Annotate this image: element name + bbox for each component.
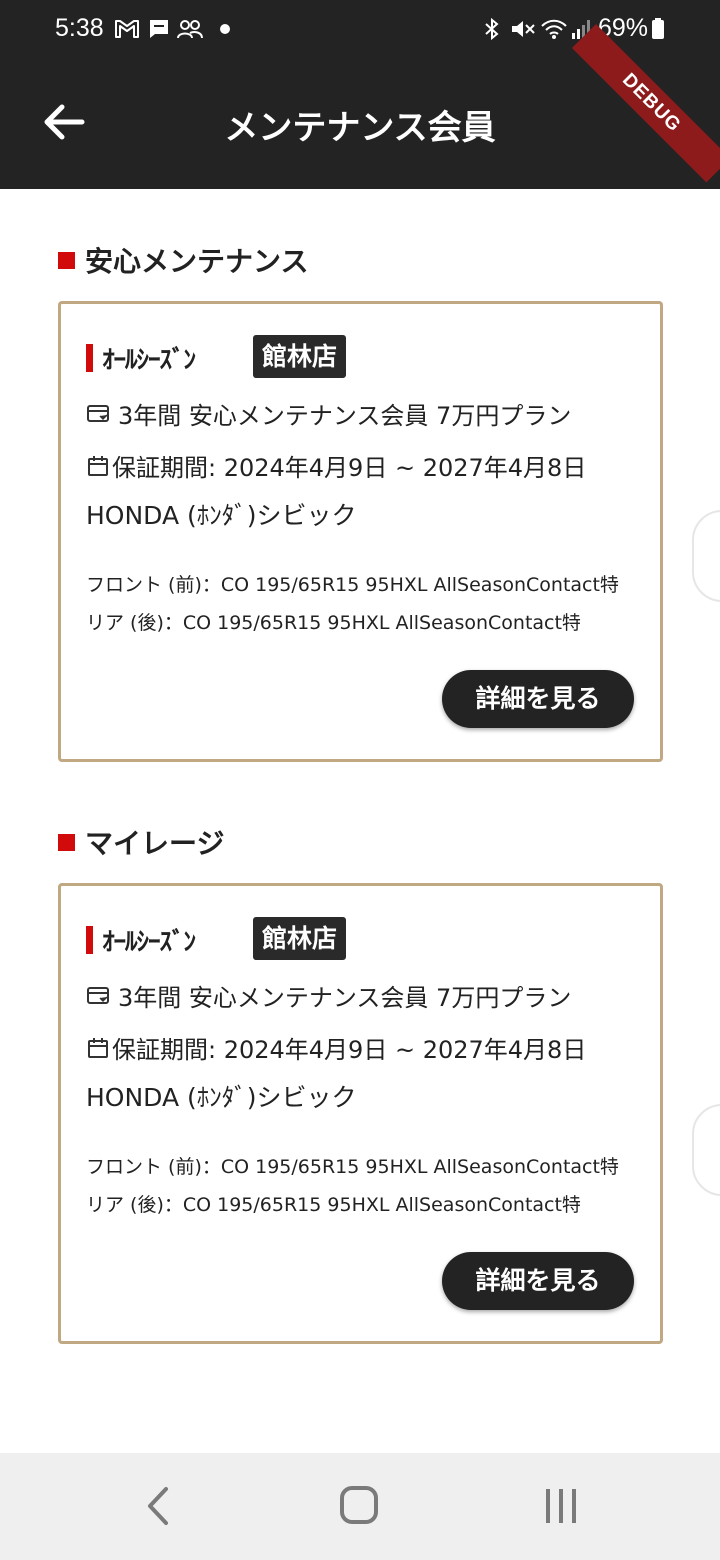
wifi-icon	[541, 19, 567, 39]
tire-rear: リア (後)：CO 195/65R15 95HXL AllSeasonConta…	[86, 1194, 581, 1216]
tire-front: フロント (前)：CO 195/65R15 95HXL AllSeasonCon…	[86, 574, 619, 596]
brand-accent-bar	[86, 344, 93, 372]
plan-line: 3年間 安心メンテナンス会員 7万円プラン	[86, 396, 571, 431]
section-title: マイレージ	[85, 827, 225, 860]
page-title: メンテナンス会員	[224, 108, 496, 148]
brand-name: ｵｰﾙｼｰｽﾞﾝ	[102, 345, 196, 374]
gmail-icon	[115, 20, 139, 38]
brand-row: ｵｰﾙｼｰｽﾞﾝ	[86, 922, 196, 958]
section-header-anshin: 安心メンテナンス	[58, 240, 308, 280]
store-badge: 館林店	[253, 917, 347, 960]
system-nav-bar	[0, 1453, 720, 1560]
chat-icon	[150, 20, 168, 38]
period-text: 保証期間: 2024年4月9日 ~ 2027年4月8日	[112, 454, 587, 482]
calendar-icon	[88, 455, 108, 476]
nav-home-button[interactable]	[329, 1481, 389, 1531]
edge-panel-handle[interactable]	[692, 510, 720, 602]
nav-back-icon	[148, 1487, 168, 1525]
period-line: 保証期間: 2024年4月9日 ~ 2027年4月8日	[86, 448, 586, 483]
section-title: 安心メンテナンス	[85, 245, 309, 278]
edge-panel-handle[interactable]	[692, 1104, 720, 1196]
group-icon	[177, 20, 203, 39]
period-line: 保証期間: 2024年4月9日 ~ 2027年4月8日	[86, 1030, 586, 1065]
brand-row: ｵｰﾙｼｰｽﾞﾝ	[86, 340, 196, 376]
dot-icon	[220, 24, 230, 34]
brand-name: ｵｰﾙｼｰｽﾞﾝ	[102, 927, 196, 956]
status-time: 5:38	[55, 14, 104, 42]
membership-card: ｵｰﾙｼｰｽﾞﾝ 館林店 3年間 安心メンテナンス会員 7万円プラン 保証期間:…	[58, 883, 663, 1344]
battery-icon	[652, 18, 664, 39]
mute-icon	[512, 21, 535, 37]
plan-text: 3年間 安心メンテナンス会員 7万円プラン	[118, 984, 572, 1012]
tire-rear: リア (後)：CO 195/65R15 95HXL AllSeasonConta…	[86, 612, 581, 634]
section-marker	[58, 251, 75, 269]
plan-line: 3年間 安心メンテナンス会員 7万円プラン	[86, 978, 571, 1013]
membership-card-icon	[87, 986, 109, 1004]
plan-text: 3年間 安心メンテナンス会員 7万円プラン	[118, 402, 572, 430]
view-details-button[interactable]: 詳細を見る	[442, 670, 634, 728]
bluetooth-icon	[485, 17, 499, 41]
membership-card: ｵｰﾙｼｰｽﾞﾝ 館林店 3年間 安心メンテナンス会員 7万円プラン 保証期間:…	[58, 301, 663, 762]
nav-back-button[interactable]	[128, 1481, 188, 1531]
period-text: 保証期間: 2024年4月9日 ~ 2027年4月8日	[112, 1036, 587, 1064]
section-header-mileage: マイレージ	[58, 822, 224, 862]
nav-recents-icon	[546, 1489, 576, 1523]
tire-front: フロント (前)：CO 195/65R15 95HXL AllSeasonCon…	[86, 1156, 619, 1178]
nav-home-icon	[340, 1486, 378, 1524]
calendar-icon	[88, 1037, 108, 1058]
car-model: HONDA (ﾎﾝﾀﾞ)シビック	[86, 1083, 357, 1112]
nav-recents-button[interactable]	[531, 1481, 591, 1531]
app-bar: 5:38 69% メンテナンス会員 DEBUG	[0, 0, 720, 189]
store-badge: 館林店	[253, 335, 347, 378]
brand-accent-bar	[86, 926, 93, 954]
view-details-button[interactable]: 詳細を見る	[442, 1252, 634, 1310]
membership-card-icon	[87, 404, 109, 422]
section-marker	[58, 833, 75, 851]
car-model: HONDA (ﾎﾝﾀﾞ)シビック	[86, 501, 357, 530]
